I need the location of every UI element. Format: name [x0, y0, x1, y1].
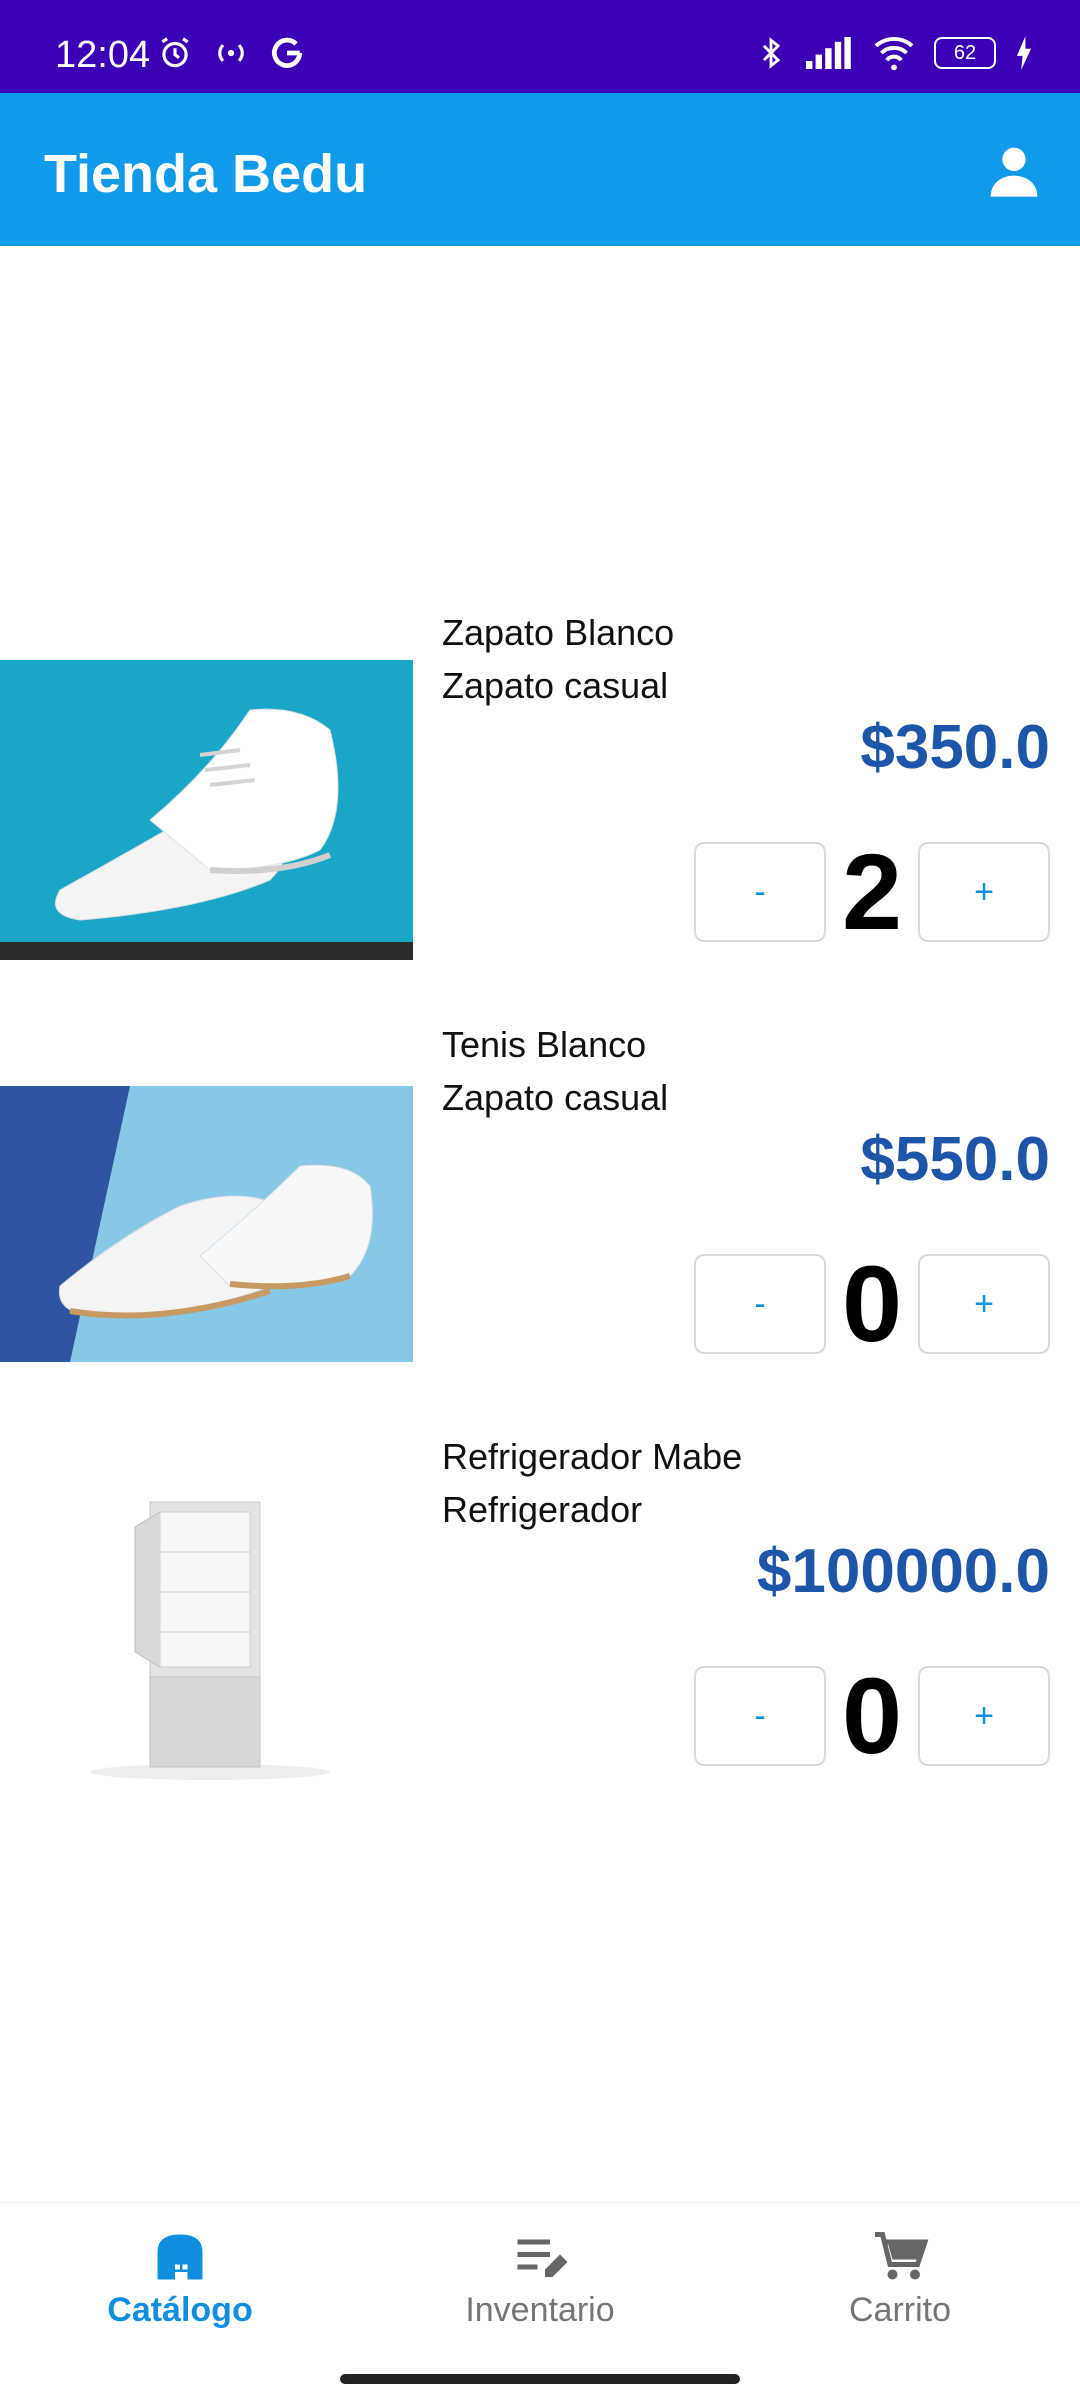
wifi-icon	[874, 36, 914, 71]
battery-level: 62	[953, 41, 977, 64]
store-icon	[157, 2234, 203, 2280]
nav-label: Carrito	[848, 2291, 952, 2329]
home-indicator	[340, 2374, 740, 2384]
product-description: Refrigerador	[442, 1489, 643, 1530]
quantity-stepper: - 0 +	[694, 1655, 1050, 1776]
quantity-value: 0	[841, 1655, 903, 1776]
status-right-icons: 62	[754, 34, 1034, 72]
increase-quantity-button[interactable]: +	[918, 1666, 1050, 1766]
quantity-value: 0	[841, 1243, 903, 1364]
battery-icon: 62	[934, 37, 996, 69]
decrease-quantity-button[interactable]: -	[694, 1254, 826, 1354]
quantity-value: 2	[841, 831, 903, 952]
decrease-quantity-button[interactable]: -	[694, 1666, 826, 1766]
nav-label: Inventario	[465, 2291, 615, 2329]
cell-signal-icon	[806, 37, 851, 69]
status-bar: 12:04 62	[0, 0, 1080, 93]
quantity-stepper: - 0 +	[694, 1243, 1050, 1364]
charging-icon	[1016, 36, 1032, 70]
account-button[interactable]	[986, 143, 1042, 199]
bottom-navigation: Catálogo Inventario Carrito	[0, 2202, 1080, 2401]
product-image	[0, 1086, 413, 1362]
product-name: Zapato Blanco	[442, 612, 675, 653]
status-left-icons	[156, 34, 306, 72]
cart-icon	[875, 2232, 929, 2280]
increase-quantity-button[interactable]: +	[918, 1254, 1050, 1354]
product-card: Refrigerador Mabe Refrigerador $100000.0…	[0, 1436, 1080, 1782]
increase-quantity-button[interactable]: +	[918, 842, 1050, 942]
product-price: $550.0	[860, 1125, 1050, 1194]
product-image	[0, 660, 413, 960]
bluetooth-icon	[762, 37, 781, 69]
radio-signal-icon	[218, 43, 244, 63]
product-name: Tenis Blanco	[442, 1024, 647, 1065]
google-icon	[271, 37, 303, 68]
product-card: Tenis Blanco Zapato casual $550.0 - 0 +	[0, 1024, 1080, 1364]
product-price: $100000.0	[756, 1537, 1050, 1606]
nav-item-inventario[interactable]: Inventario	[360, 2227, 720, 2337]
app-title: Tienda Bedu	[44, 144, 368, 204]
edit-list-icon	[517, 2239, 568, 2277]
product-card: Zapato Blanco Zapato casual $350.0 - 2 +	[0, 612, 1080, 960]
product-name: Refrigerador Mabe	[442, 1436, 743, 1477]
app-bar: Tienda Bedu	[0, 93, 1080, 246]
decrease-quantity-button[interactable]: -	[694, 842, 826, 942]
nav-item-carrito[interactable]: Carrito	[720, 2227, 1080, 2337]
product-price: $350.0	[860, 713, 1050, 782]
product-image	[0, 1482, 413, 1782]
nav-label: Catálogo	[107, 2291, 253, 2329]
product-description: Zapato casual	[442, 665, 669, 706]
alarm-icon	[161, 37, 189, 68]
product-description: Zapato casual	[442, 1077, 669, 1118]
status-time: 12:04	[55, 34, 151, 76]
person-icon	[990, 147, 1038, 197]
nav-item-catalogo[interactable]: Catálogo	[0, 2227, 360, 2337]
quantity-stepper: - 2 +	[694, 831, 1050, 952]
